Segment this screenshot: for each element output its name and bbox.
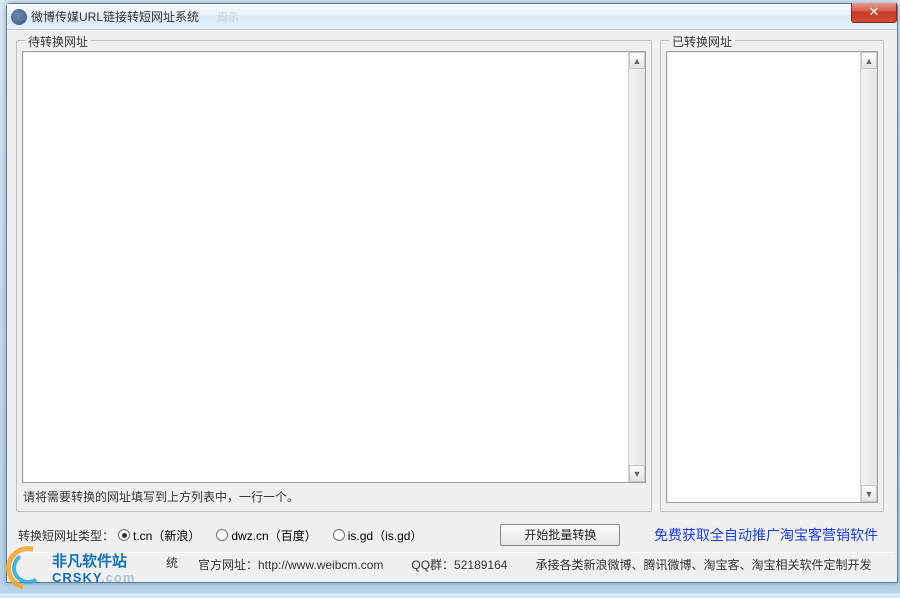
background-app-hint: 周示	[217, 9, 239, 25]
footer-qq: QQ群：52189164	[411, 556, 507, 573]
options-label: 转换短网址类型：	[18, 527, 114, 544]
radio-isgd-label: is.gd（is.gd）	[348, 527, 423, 544]
group-pending-label: 待转换网址	[25, 33, 91, 50]
app-icon	[11, 9, 27, 25]
footer-site: 官方网址：http://www.weibcm.com	[198, 556, 383, 573]
radio-tcn-label: t.cn（新浪）	[133, 527, 200, 544]
scroll-down-icon[interactable]: ▼	[629, 465, 645, 482]
app-window: 微博传媒URL链接转短网址系统 周示 ✕ 待转换网址 ▲ ▼ 请将需要转换的网址…	[6, 3, 898, 583]
group-converted-urls: 已转换网址 ▲ ▼	[660, 40, 884, 512]
convert-button[interactable]: 开始批量转换	[500, 524, 620, 546]
scrollbar-converted[interactable]: ▲ ▼	[860, 52, 877, 502]
footer-tail-char: 统	[166, 554, 178, 571]
group-converted-label: 已转换网址	[669, 33, 735, 50]
window-title: 微博传媒URL链接转短网址系统	[31, 8, 199, 25]
pending-textarea-wrap: ▲ ▼	[22, 51, 646, 483]
converted-urls-output[interactable]	[669, 54, 858, 500]
radio-tcn[interactable]: t.cn（新浪）	[118, 527, 200, 544]
close-button[interactable]: ✕	[851, 3, 897, 23]
radio-dwz-label: dwz.cn（百度）	[231, 527, 316, 544]
pending-urls-input[interactable]	[25, 54, 626, 480]
radio-icon	[216, 529, 228, 541]
radio-icon	[333, 529, 345, 541]
scroll-up-icon[interactable]: ▲	[629, 52, 645, 69]
footer-biz: 承接各类新浪微博、腾讯微博、淘宝客、淘宝相关软件定制开发	[535, 556, 871, 573]
titlebar[interactable]: 微博传媒URL链接转短网址系统 周示 ✕	[7, 4, 897, 30]
radio-dwz[interactable]: dwz.cn（百度）	[216, 527, 316, 544]
pending-hint: 请将需要转换的网址填写到上方列表中，一行一个。	[23, 488, 299, 505]
radio-isgd[interactable]: is.gd（is.gd）	[333, 527, 423, 544]
radio-icon	[118, 529, 130, 541]
converted-textarea-wrap: ▲ ▼	[666, 51, 878, 503]
separator	[10, 552, 894, 553]
options-row: 转换短网址类型： t.cn（新浪） dwz.cn（百度） is.gd（is.gd…	[18, 524, 888, 546]
footer: 官方网址：http://www.weibcm.com QQ群：52189164 …	[10, 555, 894, 573]
client-area: 待转换网址 ▲ ▼ 请将需要转换的网址填写到上方列表中，一行一个。 已转换网址 …	[10, 30, 894, 579]
group-pending-urls: 待转换网址 ▲ ▼ 请将需要转换的网址填写到上方列表中，一行一个。	[16, 40, 652, 512]
promo-link[interactable]: 免费获取全自动推广淘宝客营销软件	[654, 525, 878, 545]
scroll-down-icon[interactable]: ▼	[861, 485, 877, 502]
scroll-up-icon[interactable]: ▲	[861, 52, 877, 69]
scrollbar-pending[interactable]: ▲ ▼	[628, 52, 645, 482]
